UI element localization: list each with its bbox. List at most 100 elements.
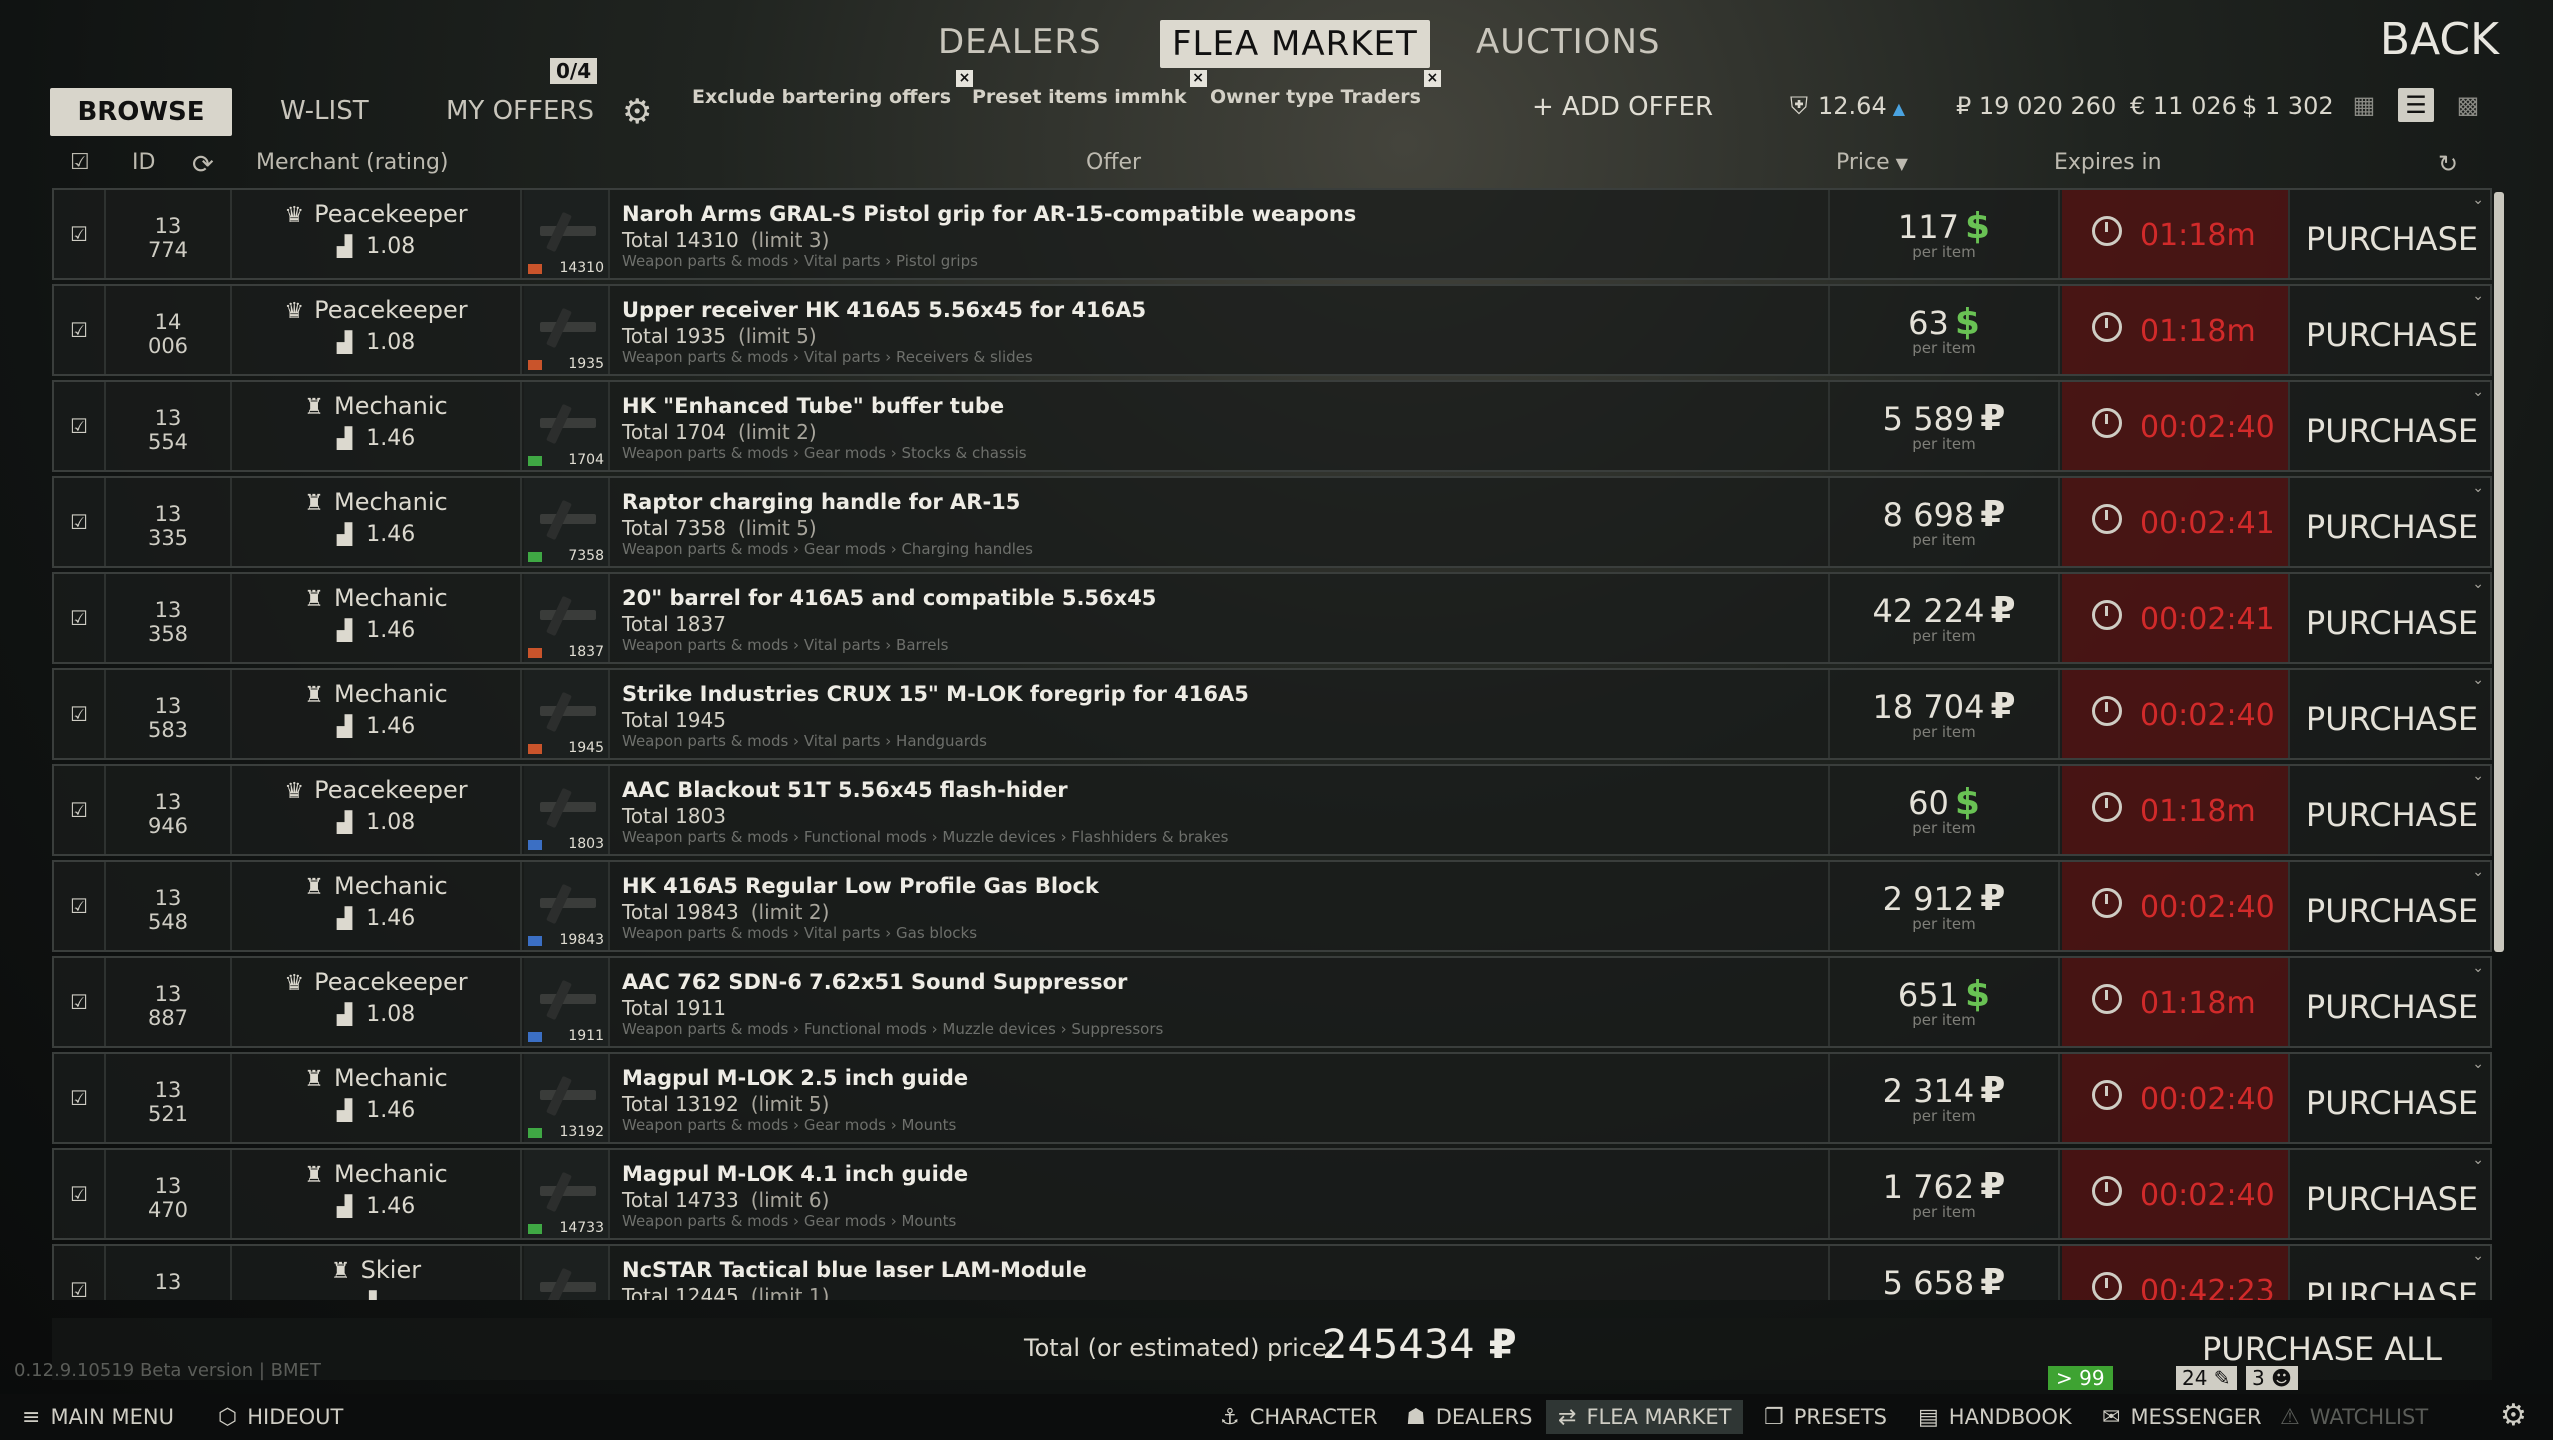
item-thumbnail[interactable]: [524, 1246, 610, 1300]
my-offers-tab[interactable]: MY OFFERS: [446, 96, 594, 126]
close-icon[interactable]: ×: [1423, 70, 1441, 87]
offer-cell[interactable]: AAC Blackout 51T 5.56x45 flash-hider Tot…: [612, 766, 1830, 854]
nav-flea-market[interactable]: ⇄ FLEA MARKET: [1546, 1400, 1744, 1434]
row-checkbox[interactable]: ☑: [54, 574, 106, 662]
chevron-down-icon[interactable]: ⌄: [2472, 576, 2484, 592]
chevron-down-icon[interactable]: ⌄: [2472, 288, 2484, 304]
offer-row[interactable]: ☑ 13 887 ♛ Peacekeeper ▟ 1.08 1911 AAC 762 …: [52, 956, 2492, 1048]
row-checkbox[interactable]: ☑: [54, 1246, 106, 1300]
chevron-down-icon[interactable]: ⌄: [2472, 1056, 2484, 1072]
row-checkbox[interactable]: ☑: [54, 670, 106, 758]
purchase-all-button[interactable]: PURCHASE ALL: [2202, 1330, 2442, 1368]
offer-cell[interactable]: Strike Industries CRUX 15" M-LOK foregri…: [612, 670, 1830, 758]
offer-cell[interactable]: NcSTAR Tactical blue laser LAM-Module To…: [612, 1246, 1830, 1300]
item-thumbnail[interactable]: 7358: [524, 478, 610, 566]
item-thumbnail[interactable]: 14310: [524, 190, 610, 278]
merchant-cell[interactable]: ♜ Mechanic ▟ 1.46: [232, 1150, 522, 1238]
purchase-button[interactable]: PURCHASE: [2292, 862, 2492, 950]
offer-cell[interactable]: 20" barrel for 416A5 and compatible 5.56…: [612, 574, 1830, 662]
merchant-cell[interactable]: ♛ Peacekeeper ▟ 1.08: [232, 286, 522, 374]
close-icon[interactable]: ×: [956, 70, 974, 87]
gear-icon[interactable]: ⚙: [622, 92, 652, 132]
filter-exclude-barter[interactable]: Exclude bartering offers ×: [692, 70, 974, 108]
nav-messenger[interactable]: ✉ MESSENGER: [2090, 1400, 2274, 1434]
chevron-down-icon[interactable]: ⌄: [2472, 768, 2484, 784]
column-offer[interactable]: Offer: [1086, 150, 1141, 175]
nav-handbook[interactable]: ▤ HANDBOOK: [1906, 1400, 2084, 1434]
purchase-button[interactable]: PURCHASE: [2292, 1246, 2492, 1300]
chevron-down-icon[interactable]: ⌄: [2472, 192, 2484, 208]
add-offer-button[interactable]: + ADD OFFER: [1532, 92, 1713, 122]
item-thumbnail[interactable]: 19843: [524, 862, 610, 950]
item-thumbnail[interactable]: 1837: [524, 574, 610, 662]
refresh-icon[interactable]: ⟳: [192, 150, 214, 180]
merchant-cell[interactable]: ♜ Mechanic ▟ 1.46: [232, 382, 522, 470]
close-icon[interactable]: ×: [1189, 70, 1207, 87]
merchant-cell[interactable]: ♜ Skier ▟: [232, 1246, 522, 1300]
column-id[interactable]: ID: [132, 150, 155, 175]
purchase-button[interactable]: PURCHASE: [2292, 1054, 2492, 1142]
purchase-button[interactable]: PURCHASE: [2292, 190, 2492, 278]
tab-auctions[interactable]: AUCTIONS: [1476, 22, 1660, 62]
row-checkbox[interactable]: ☑: [54, 478, 106, 566]
offer-cell[interactable]: HK 416A5 Regular Low Profile Gas Block T…: [612, 862, 1830, 950]
offer-row[interactable]: ☑ 13 470 ♜ Mechanic ▟ 1.46 14733 Magpul M-L…: [52, 1148, 2492, 1240]
scrollbar[interactable]: [2494, 192, 2504, 952]
offer-cell[interactable]: Upper receiver HK 416A5 5.56x45 for 416A…: [612, 286, 1830, 374]
chevron-down-icon[interactable]: ⌄: [2472, 960, 2484, 976]
offer-cell[interactable]: Raptor charging handle for AR-15 Total 7…: [612, 478, 1830, 566]
purchase-button[interactable]: PURCHASE: [2292, 958, 2492, 1046]
grid-small-icon[interactable]: ▦: [2346, 88, 2382, 122]
row-checkbox[interactable]: ☑: [54, 1150, 106, 1238]
offer-row[interactable]: ☑ 13 335 ♜ Mechanic ▟ 1.46 7358 Raptor char…: [52, 476, 2492, 568]
chevron-down-icon[interactable]: ⌄: [2472, 672, 2484, 688]
browse-tab[interactable]: BROWSE: [50, 88, 232, 136]
row-checkbox[interactable]: ☑: [54, 862, 106, 950]
chevron-down-icon[interactable]: ⌄: [2472, 1152, 2484, 1168]
purchase-button[interactable]: PURCHASE: [2292, 574, 2492, 662]
offer-cell[interactable]: Naroh Arms GRAL-S Pistol grip for AR-15-…: [612, 190, 1830, 278]
column-merchant[interactable]: Merchant (rating): [256, 150, 449, 175]
settings-gear-icon[interactable]: ⚙: [2500, 1398, 2527, 1433]
item-thumbnail[interactable]: 1945: [524, 670, 610, 758]
chevron-down-icon[interactable]: ⌄: [2472, 480, 2484, 496]
offer-cell[interactable]: Magpul M-LOK 2.5 inch guide Total 13192 (…: [612, 1054, 1830, 1142]
offer-cell[interactable]: HK "Enhanced Tube" buffer tube Total 170…: [612, 382, 1830, 470]
merchant-cell[interactable]: ♜ Mechanic ▟ 1.46: [232, 670, 522, 758]
offer-row[interactable]: ☑ 13 ♜ Skier ▟ NcSTAR Tactical blue laser…: [52, 1244, 2492, 1300]
chevron-down-icon[interactable]: ⌄: [2472, 384, 2484, 400]
back-button[interactable]: BACK: [2380, 14, 2499, 65]
purchase-button[interactable]: PURCHASE: [2292, 478, 2492, 566]
row-checkbox[interactable]: ☑: [54, 286, 106, 374]
filter-owner-type[interactable]: Owner type Traders ×: [1210, 70, 1441, 108]
column-price[interactable]: Price ▼: [1836, 150, 1908, 175]
offer-row[interactable]: ☑ 13 548 ♜ Mechanic ▟ 1.46 19843 HK 416A5 R…: [52, 860, 2492, 952]
row-checkbox[interactable]: ☑: [54, 190, 106, 278]
nav-dealers[interactable]: ☗ DEALERS: [1394, 1400, 1544, 1434]
merchant-cell[interactable]: ♜ Mechanic ▟ 1.46: [232, 574, 522, 662]
chevron-down-icon[interactable]: ⌄: [2472, 1248, 2484, 1264]
select-all-checkbox[interactable]: ☑: [70, 150, 90, 175]
offer-row[interactable]: ☑ 14 006 ♛ Peacekeeper ▟ 1.08 1935 Upper re…: [52, 284, 2492, 376]
purchase-button[interactable]: PURCHASE: [2292, 286, 2492, 374]
tab-flea-market[interactable]: FLEA MARKET: [1160, 20, 1430, 68]
nav-character[interactable]: ⚓ CHARACTER: [1208, 1400, 1390, 1434]
offer-row[interactable]: ☑ 13 583 ♜ Mechanic ▟ 1.46 1945 Strike Indu…: [52, 668, 2492, 760]
purchase-button[interactable]: PURCHASE: [2292, 670, 2492, 758]
offer-row[interactable]: ☑ 13 554 ♜ Mechanic ▟ 1.46 1704 HK "Enhance…: [52, 380, 2492, 472]
nav-hideout[interactable]: ⬡ HIDEOUT: [206, 1400, 355, 1434]
purchase-button[interactable]: PURCHASE: [2292, 766, 2492, 854]
merchant-cell[interactable]: ♛ Peacekeeper ▟ 1.08: [232, 958, 522, 1046]
item-thumbnail[interactable]: 14733: [524, 1150, 610, 1238]
offer-cell[interactable]: Magpul M-LOK 4.1 inch guide Total 14733 (…: [612, 1150, 1830, 1238]
item-thumbnail[interactable]: 1704: [524, 382, 610, 470]
wlist-tab[interactable]: W-LIST: [280, 96, 369, 126]
merchant-cell[interactable]: ♛ Peacekeeper ▟ 1.08: [232, 190, 522, 278]
offer-row[interactable]: ☑ 13 521 ♜ Mechanic ▟ 1.46 13192 Magpul M-L…: [52, 1052, 2492, 1144]
item-thumbnail[interactable]: 1911: [524, 958, 610, 1046]
offer-row[interactable]: ☑ 13 358 ♜ Mechanic ▟ 1.46 1837 20" barrel …: [52, 572, 2492, 664]
merchant-cell[interactable]: ♜ Mechanic ▟ 1.46: [232, 478, 522, 566]
row-checkbox[interactable]: ☑: [54, 1054, 106, 1142]
chevron-down-icon[interactable]: ⌄: [2472, 864, 2484, 880]
tab-dealers[interactable]: DEALERS: [938, 22, 1102, 62]
